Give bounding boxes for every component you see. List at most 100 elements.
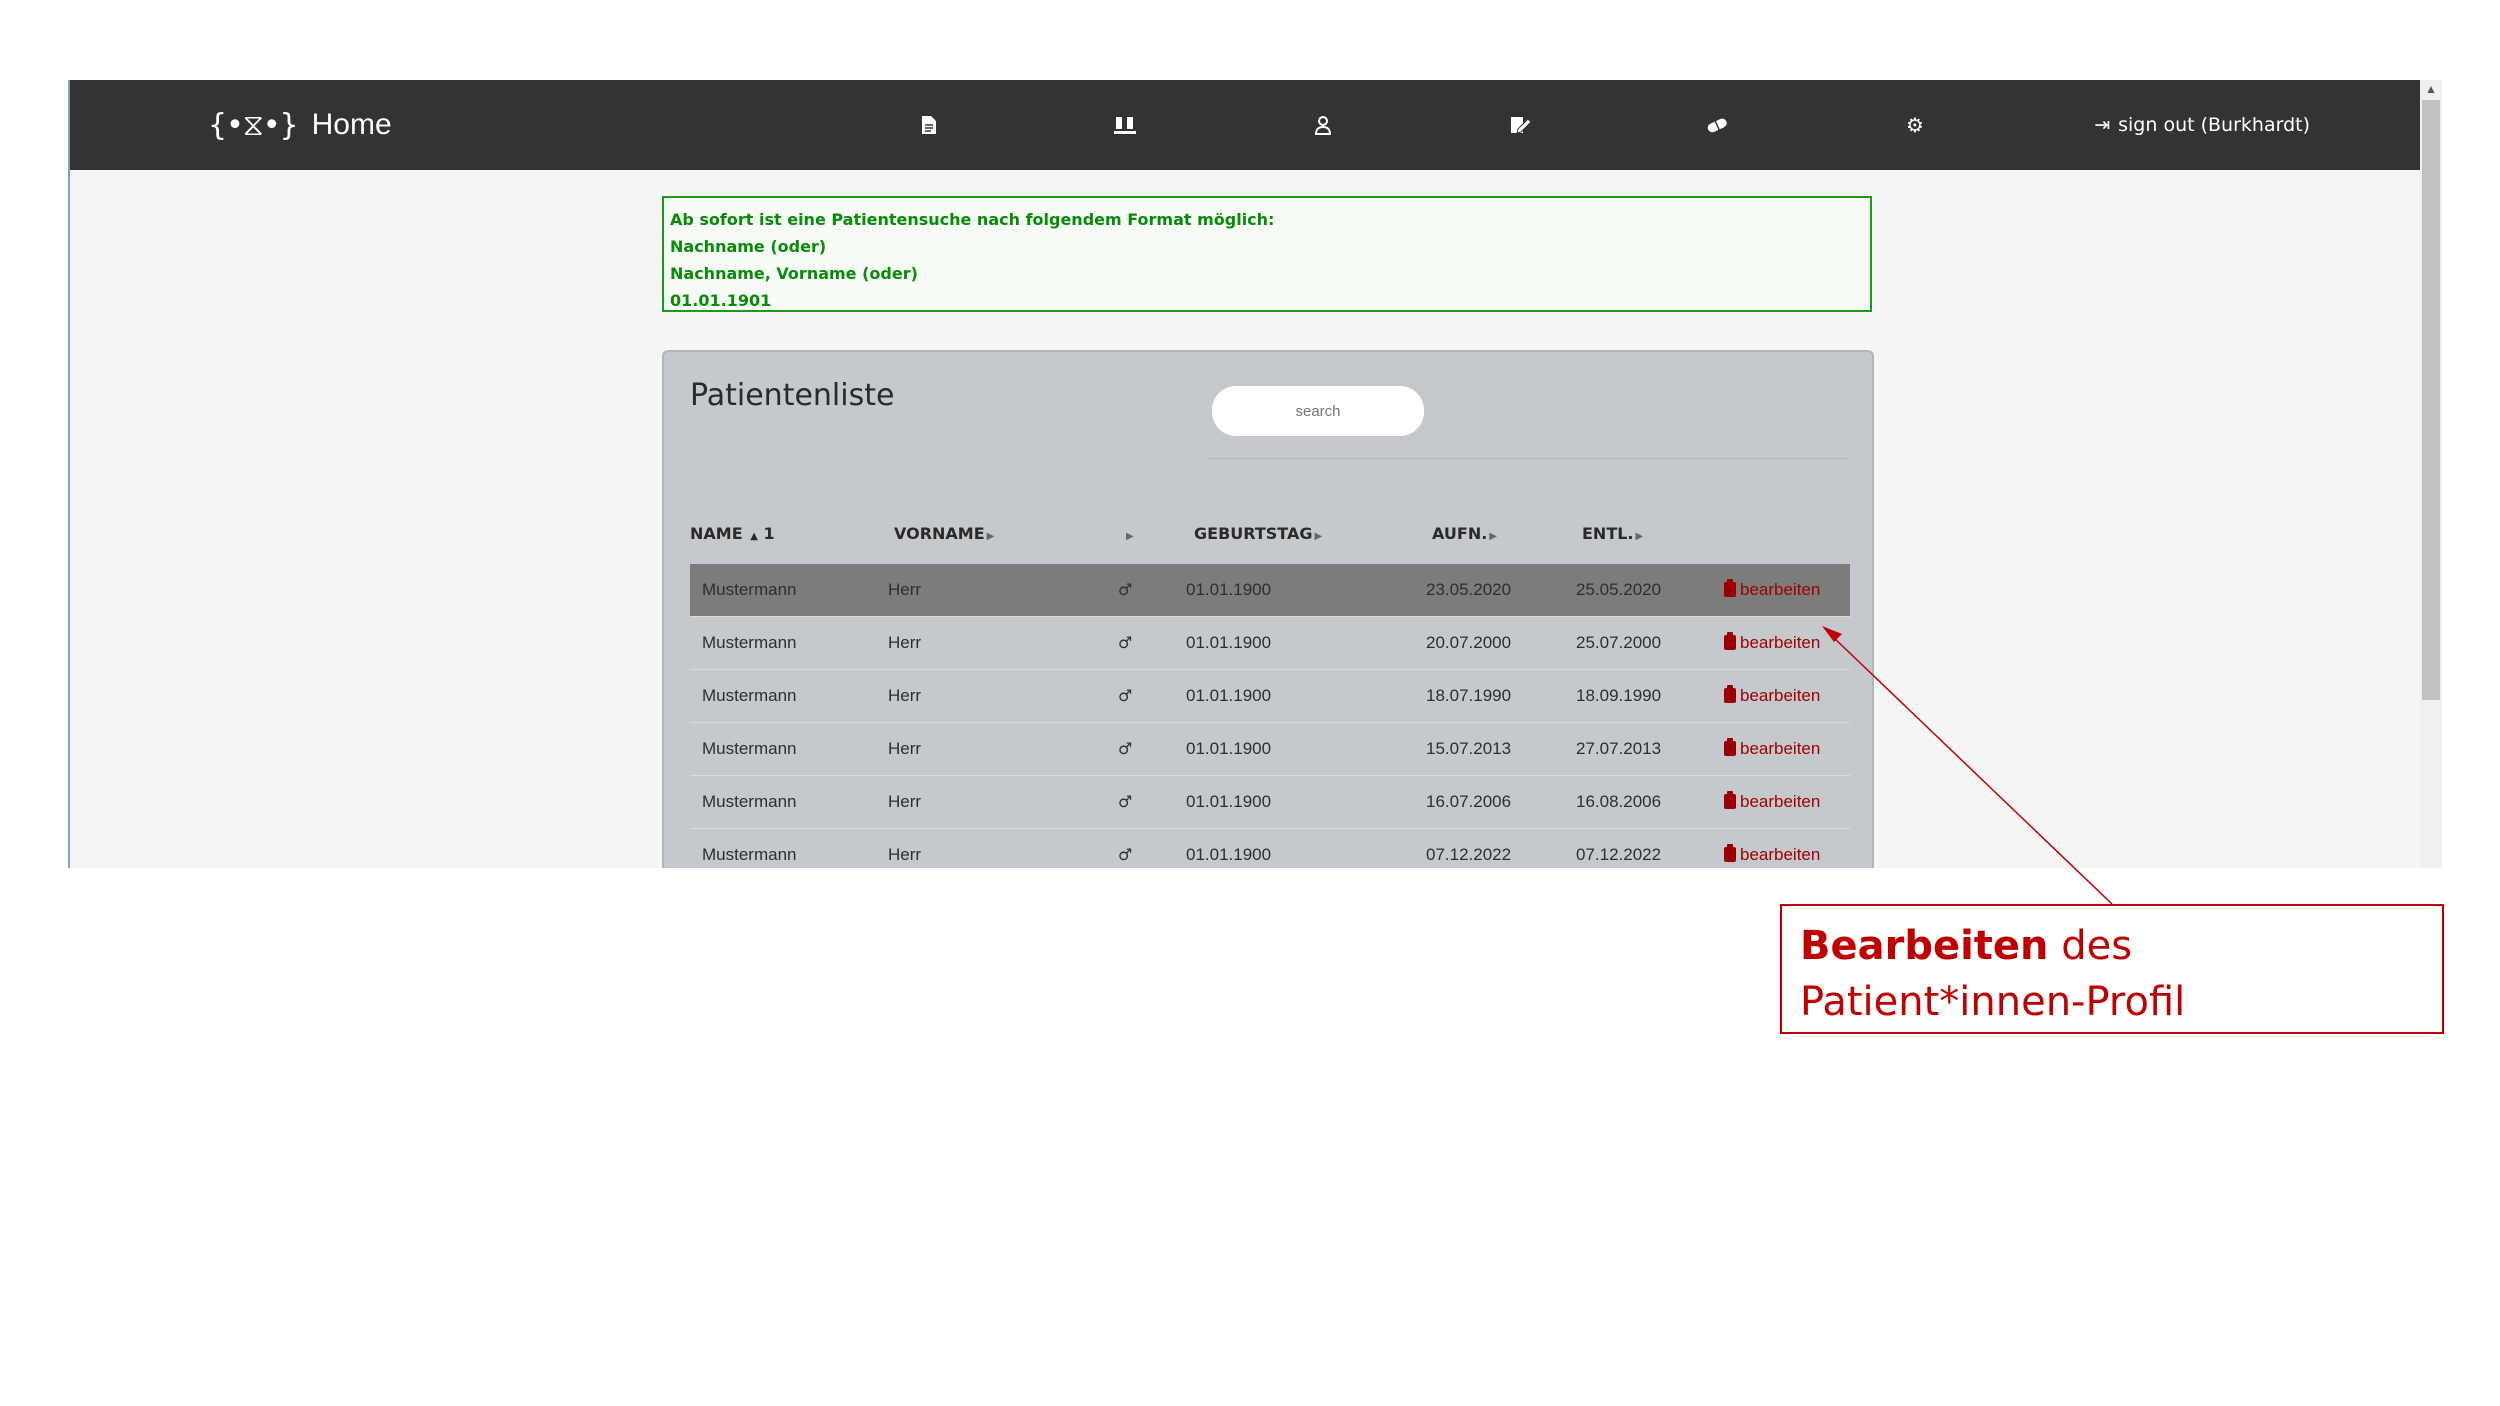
column-header-aufn[interactable]: AUFN. ▶ <box>1432 524 1497 543</box>
cell-name: Mustermann <box>702 686 797 705</box>
edit-button[interactable]: bearbeiten <box>1724 829 1820 868</box>
male-icon: ♂ <box>1118 633 1133 652</box>
brand-title[interactable]: Home <box>312 108 392 142</box>
document-icon[interactable] <box>914 110 944 140</box>
notice-line: 01.01.1901 <box>670 291 772 310</box>
sort-icon: ▶ <box>1635 531 1644 542</box>
clipboard-icon <box>1724 738 1736 756</box>
sort-icon: ▶ <box>1489 531 1497 542</box>
column-header-entl[interactable]: ENTL. ▶ <box>1582 524 1643 543</box>
annotation-callout: Bearbeiten des Patient*innen-Profil <box>1780 904 2444 1034</box>
clipboard-icon <box>1724 579 1736 597</box>
cell-vorname: Herr <box>888 633 922 652</box>
notice-line: Ab sofort ist eine Patientensuche nach f… <box>670 210 1275 229</box>
edit-label: bearbeiten <box>1740 845 1821 864</box>
brand[interactable]: {•⧖•} Home <box>208 80 392 170</box>
edit-button[interactable]: bearbeiten <box>1724 670 1820 722</box>
cell-name: Mustermann <box>702 845 797 864</box>
cell-geburtstag: 01.01.1900 <box>1186 792 1272 811</box>
cell-vorname: Herr <box>888 792 922 811</box>
edit-label: bearbeiten <box>1740 580 1821 599</box>
sort-icon: ▶ <box>1314 531 1323 542</box>
column-header-geburtstag[interactable]: GEBURTSTAG ▶ <box>1194 524 1322 543</box>
cell-aufn: 23.05.2020 <box>1426 580 1512 599</box>
cell-name: Mustermann <box>702 633 797 652</box>
male-icon: ♂ <box>1118 792 1133 811</box>
cell-vorname: Herr <box>888 739 922 758</box>
cell-geburtstag: 01.01.1900 <box>1186 845 1272 864</box>
scrollbar[interactable]: ▲ <box>2420 80 2442 868</box>
notice-line: Nachname (oder) <box>670 237 827 256</box>
sort-icon: ▶ <box>986 531 995 542</box>
cell-entl: 18.09.1990 <box>1576 686 1662 705</box>
page-title: Patientenliste <box>690 378 895 413</box>
gear-icon[interactable]: ⚙ <box>1900 110 1930 140</box>
male-icon: ♂ <box>1118 686 1133 705</box>
divider <box>1208 458 1850 459</box>
clipboard-icon <box>1724 791 1736 809</box>
table-row[interactable]: Mustermann Herr ♂ 01.01.1900 15.07.2013 … <box>690 723 1850 776</box>
edit-button[interactable]: bearbeiten <box>1724 723 1820 775</box>
edit-label: bearbeiten <box>1740 739 1821 758</box>
pill-icon[interactable] <box>1702 110 1732 140</box>
column-header-vorname[interactable]: VORNAME ▶ <box>894 524 994 543</box>
edit-label: bearbeiten <box>1740 686 1821 705</box>
scroll-up-icon[interactable]: ▲ <box>2420 82 2442 96</box>
cell-aufn: 15.07.2013 <box>1426 739 1512 758</box>
sort-asc-icon: ▲ <box>750 531 758 542</box>
cell-entl: 27.07.2013 <box>1576 739 1662 758</box>
cell-entl: 25.05.2020 <box>1576 580 1662 599</box>
app-window: {•⧖•} Home ⚙ ⇥ sign out (Burkhardt) ▲ Ab… <box>68 80 2442 868</box>
table-row[interactable]: Mustermann Herr ♂ 01.01.1900 07.12.2022 … <box>690 829 1850 868</box>
cell-name: Mustermann <box>702 580 797 599</box>
cell-geburtstag: 01.01.1900 <box>1186 686 1272 705</box>
navbar: {•⧖•} Home ⚙ ⇥ sign out (Burkhardt) <box>70 80 2420 170</box>
cell-aufn: 16.07.2006 <box>1426 792 1512 811</box>
search-input[interactable] <box>1212 386 1424 436</box>
cell-vorname: Herr <box>888 580 922 599</box>
callout-bold: Bearbeiten <box>1800 923 2049 969</box>
edit-button[interactable]: bearbeiten <box>1724 564 1820 616</box>
cell-name: Mustermann <box>702 739 797 758</box>
logo-icon: {•⧖•} <box>208 107 299 143</box>
cell-entl: 16.08.2006 <box>1576 792 1662 811</box>
male-icon: ♂ <box>1118 845 1133 864</box>
cell-aufn: 20.07.2000 <box>1426 633 1512 652</box>
edit-button[interactable]: bearbeiten <box>1724 776 1820 828</box>
column-label: VORNAME <box>894 524 985 543</box>
user-icon[interactable] <box>1308 110 1338 140</box>
sign-out-button[interactable]: ⇥ sign out (Burkhardt) <box>2094 80 2310 170</box>
male-icon: ♂ <box>1118 739 1133 758</box>
cell-name: Mustermann <box>702 792 797 811</box>
notice-line: Nachname, Vorname (oder) <box>670 264 918 283</box>
edit-button[interactable]: bearbeiten <box>1724 617 1820 669</box>
edit-label: bearbeiten <box>1740 792 1821 811</box>
clipboard-icon <box>1724 685 1736 703</box>
column-header-name[interactable]: NAME ▲ 1 <box>690 524 775 543</box>
sort-icon: ▶ <box>1126 531 1134 542</box>
table-row[interactable]: Mustermann Herr ♂ 01.01.1900 18.07.1990 … <box>690 670 1850 723</box>
search-format-notice: Ab sofort ist eine Patientensuche nach f… <box>662 196 1872 312</box>
edit-icon[interactable] <box>1506 110 1536 140</box>
patient-list-panel: Patientenliste NAME ▲ 1 VORNAME▶ ▶ GEBUR… <box>662 350 1874 868</box>
cell-entl: 25.07.2000 <box>1576 633 1662 652</box>
column-label: NAME <box>690 524 743 543</box>
cell-aufn: 18.07.1990 <box>1426 686 1512 705</box>
table-row[interactable]: Mustermann Herr ♂ 01.01.1900 20.07.2000 … <box>690 617 1850 670</box>
cell-geburtstag: 01.01.1900 <box>1186 739 1272 758</box>
patient-table: Mustermann Herr ♂ 01.01.1900 23.05.2020 … <box>690 564 1850 868</box>
scrollbar-thumb[interactable] <box>2422 100 2440 700</box>
sign-out-icon: ⇥ <box>2094 114 2111 136</box>
lab-icon[interactable] <box>1110 110 1140 140</box>
table-row[interactable]: Mustermann Herr ♂ 01.01.1900 23.05.2020 … <box>690 564 1850 617</box>
table-row[interactable]: Mustermann Herr ♂ 01.01.1900 16.07.2006 … <box>690 776 1850 829</box>
column-label: AUFN. <box>1432 524 1488 543</box>
clipboard-icon <box>1724 844 1736 862</box>
sign-out-label: sign out (Burkhardt) <box>2118 114 2310 136</box>
cell-geburtstag: 01.01.1900 <box>1186 580 1272 599</box>
cell-vorname: Herr <box>888 686 922 705</box>
column-header-sex[interactable]: ▶ <box>1124 524 1134 543</box>
cell-geburtstag: 01.01.1900 <box>1186 633 1272 652</box>
cell-aufn: 07.12.2022 <box>1426 845 1512 864</box>
cell-entl: 07.12.2022 <box>1576 845 1662 864</box>
